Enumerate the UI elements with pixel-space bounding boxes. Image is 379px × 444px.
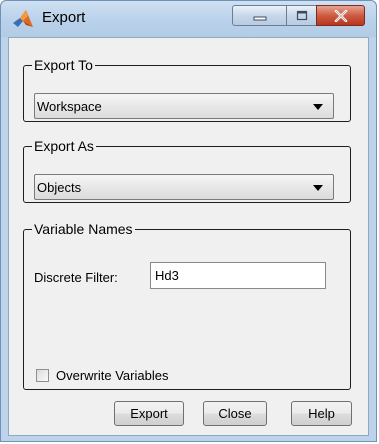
export-as-group: Export As Objects [23, 139, 351, 203]
variable-names-group: Variable Names Discrete Filter: Overwrit… [23, 222, 351, 390]
minimize-icon [253, 16, 266, 20]
overwrite-variables-checkbox[interactable] [36, 368, 49, 382]
matlab-membrane-icon [13, 10, 33, 27]
window-title: Export [42, 9, 86, 26]
dropdown-arrow-icon [313, 185, 323, 191]
overwrite-variables-row[interactable]: Overwrite Variables [36, 367, 168, 383]
minimize-button[interactable] [232, 5, 287, 26]
title-bar[interactable]: Export [1, 1, 376, 37]
discrete-filter-input[interactable] [150, 262, 326, 289]
close-icon [334, 9, 347, 22]
export-to-dropdown[interactable]: Workspace [34, 93, 334, 119]
close-button[interactable]: Close [203, 401, 267, 426]
help-button[interactable]: Help [291, 401, 352, 426]
maximize-button[interactable] [286, 5, 317, 26]
variable-names-legend: Variable Names [34, 221, 133, 237]
close-window-button[interactable] [316, 5, 365, 26]
export-to-legend: Export To [34, 57, 93, 73]
export-as-legend: Export As [34, 138, 94, 154]
dialog-body: Export To Workspace Export As Objects Va… [8, 37, 369, 436]
export-dialog-window: Export Export To Workspace Export As Obj… [0, 0, 377, 442]
export-as-dropdown[interactable]: Objects [34, 174, 334, 200]
export-button[interactable]: Export [114, 401, 184, 426]
dropdown-arrow-icon [313, 104, 323, 110]
export-to-value: Workspace [37, 99, 102, 114]
maximize-icon [296, 10, 307, 21]
export-to-group: Export To Workspace [23, 58, 351, 122]
export-as-value: Objects [37, 180, 82, 195]
discrete-filter-label: Discrete Filter: [34, 270, 118, 285]
overwrite-variables-label[interactable]: Overwrite Variables [56, 368, 168, 383]
